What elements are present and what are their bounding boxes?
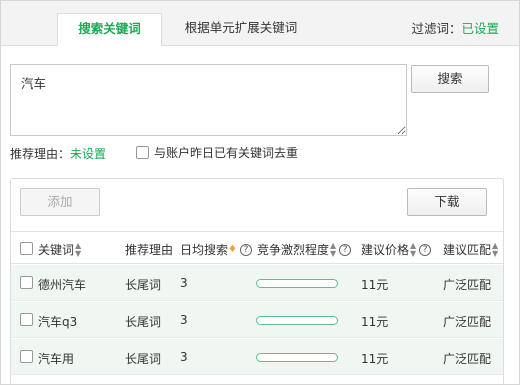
price-cell: 11元 (361, 315, 389, 329)
filter-label: 过滤词： (411, 21, 462, 36)
sort-icon: ▲ ▼ (492, 240, 499, 258)
recommend-reason: 推荐理由：未设置 (10, 145, 106, 162)
help-icon[interactable]: ? (339, 243, 352, 256)
col-match-label: 建议匹配 (443, 243, 492, 257)
table-row[interactable]: 汽车用 长尾词 3 11元 广泛匹配 (11, 339, 503, 375)
competition-bar (256, 353, 338, 362)
col-price[interactable]: 建议价格 ▲ ▼? (361, 240, 432, 258)
daily-cell: 3 (180, 276, 188, 290)
keyword-cell: 德州汽车 (38, 278, 87, 292)
keyword-cell: 汽车q3 (38, 315, 78, 329)
tab-bar: 搜索关键词 根据单元扩展关键词 过滤词：已设置 (1, 1, 519, 46)
flame-icon: ♦ (228, 244, 237, 255)
col-daily-search[interactable]: 日均搜索 ♦? (180, 241, 252, 258)
keyword-tool-panel: 搜索关键词 根据单元扩展关键词 过滤词：已设置 搜索 推荐理由：未设置 与账户昨… (0, 0, 520, 385)
col-keyword-label: 关键词 (38, 243, 75, 257)
col-keyword[interactable]: 关键词 ▲ ▼ (38, 241, 81, 258)
help-icon[interactable]: ? (419, 243, 432, 256)
reason-label: 推荐理由： (10, 147, 71, 161)
sort-icon: ▲ ▼ (75, 240, 82, 258)
table-row[interactable]: 德州汽车 长尾词 3 11元 广泛匹配 (11, 265, 503, 301)
tab-search-keywords[interactable]: 搜索关键词 (57, 13, 162, 46)
reason-cell: 长尾词 (125, 352, 162, 366)
row-checkbox[interactable] (20, 276, 33, 289)
dedup-option[interactable]: 与账户昨日已有关键词去重 (136, 144, 298, 161)
price-cell: 11元 (361, 278, 389, 292)
sort-icon: ▲ ▼ (410, 240, 417, 258)
col-price-label: 建议价格 (361, 243, 410, 257)
search-button[interactable]: 搜索 (411, 65, 489, 93)
table-header: 关键词 ▲ ▼ 推荐理由 日均搜索 ♦? 竞争激烈程度 ▲ ▼? 建议价格 ▲ ▼? 建议匹配… (11, 231, 503, 264)
match-cell: 广泛匹配 (443, 278, 492, 292)
dedup-label: 与账户昨日已有关键词去重 (154, 146, 299, 160)
competition-bar (256, 279, 338, 288)
daily-cell: 3 (180, 313, 188, 327)
help-icon[interactable]: ? (239, 243, 252, 256)
col-competition-label: 竞争激烈程度 (257, 243, 330, 257)
dedup-checkbox[interactable] (136, 146, 149, 159)
col-reason: 推荐理由 (125, 243, 174, 257)
add-button[interactable]: 添加 (20, 188, 100, 216)
results-panel: 添加 下载 关键词 ▲ ▼ 推荐理由 日均搜索 ♦? 竞争激烈程度 ▲ ▼? 建议价格 ▲ ▼… (10, 178, 504, 384)
sort-icon: ▲ ▼ (330, 240, 337, 258)
select-all-checkbox[interactable] (20, 242, 33, 255)
reason-value-link[interactable]: 未设置 (70, 147, 106, 161)
row-checkbox[interactable] (20, 350, 33, 363)
filter-words: 过滤词：已设置 (411, 18, 499, 37)
tab-expand-by-unit[interactable]: 根据单元扩展关键词 (171, 13, 311, 46)
match-cell: 广泛匹配 (443, 315, 492, 329)
reason-cell: 长尾词 (125, 278, 162, 292)
competition-bar (256, 316, 338, 325)
match-cell: 广泛匹配 (443, 352, 492, 366)
table-row[interactable]: 汽车q3 长尾词 3 11元 广泛匹配 (11, 302, 503, 338)
col-daily-label: 日均搜索 (180, 243, 229, 257)
price-cell: 11元 (361, 352, 389, 366)
daily-cell: 3 (180, 350, 188, 364)
download-button[interactable]: 下载 (407, 188, 487, 216)
keyword-input[interactable] (10, 64, 407, 136)
col-competition[interactable]: 竞争激烈程度 ▲ ▼? (257, 240, 352, 258)
row-checkbox[interactable] (20, 313, 33, 326)
filter-value-link[interactable]: 已设置 (461, 21, 499, 36)
col-match[interactable]: 建议匹配 ▲ ▼ (443, 241, 498, 258)
keyword-cell: 汽车用 (38, 352, 75, 366)
reason-cell: 长尾词 (125, 315, 162, 329)
